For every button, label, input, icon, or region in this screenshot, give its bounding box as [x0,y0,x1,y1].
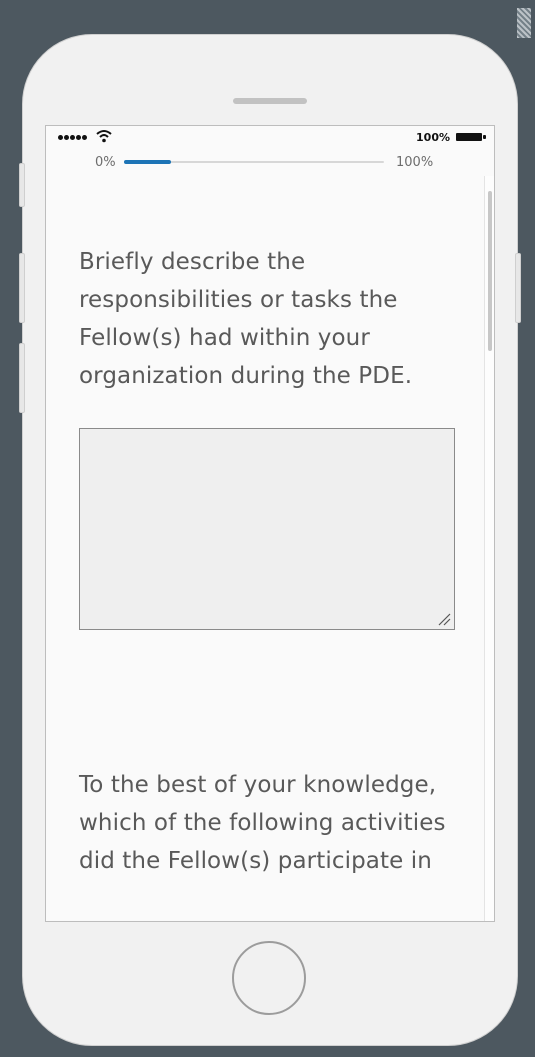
volume-down-button [19,343,25,413]
power-button [515,253,521,323]
wifi-icon [96,130,112,143]
progress-start-label: 0% [95,155,116,170]
battery-percent: 100% [416,131,450,144]
earpiece-speaker [233,98,307,104]
volume-up-button [19,253,25,323]
progress-fill [124,160,171,164]
progress-end-label: 100% [396,155,434,170]
corner-resize-icon [517,8,531,38]
canvas: 100% 0% 100% Briefly describe the respon… [0,0,535,1057]
question-responsibilities: Briefly describe the responsibilities or… [79,249,413,389]
home-button-icon[interactable] [232,941,306,1015]
phone-screen: 100% 0% 100% Briefly describe the respon… [45,125,495,922]
status-bar: 100% [46,126,494,148]
question-activities: To the best of your knowledge, which of … [79,772,446,874]
battery-icon [456,133,486,141]
responsibilities-textarea[interactable] [79,428,455,630]
signal-dots-icon [58,135,87,140]
scrollbar[interactable] [484,176,494,921]
silent-switch [19,163,25,207]
survey-progress: 0% 100% [46,152,494,174]
scrollbar-thumb[interactable] [488,191,492,351]
resize-grip-icon[interactable] [437,612,451,626]
progress-track [124,160,384,164]
